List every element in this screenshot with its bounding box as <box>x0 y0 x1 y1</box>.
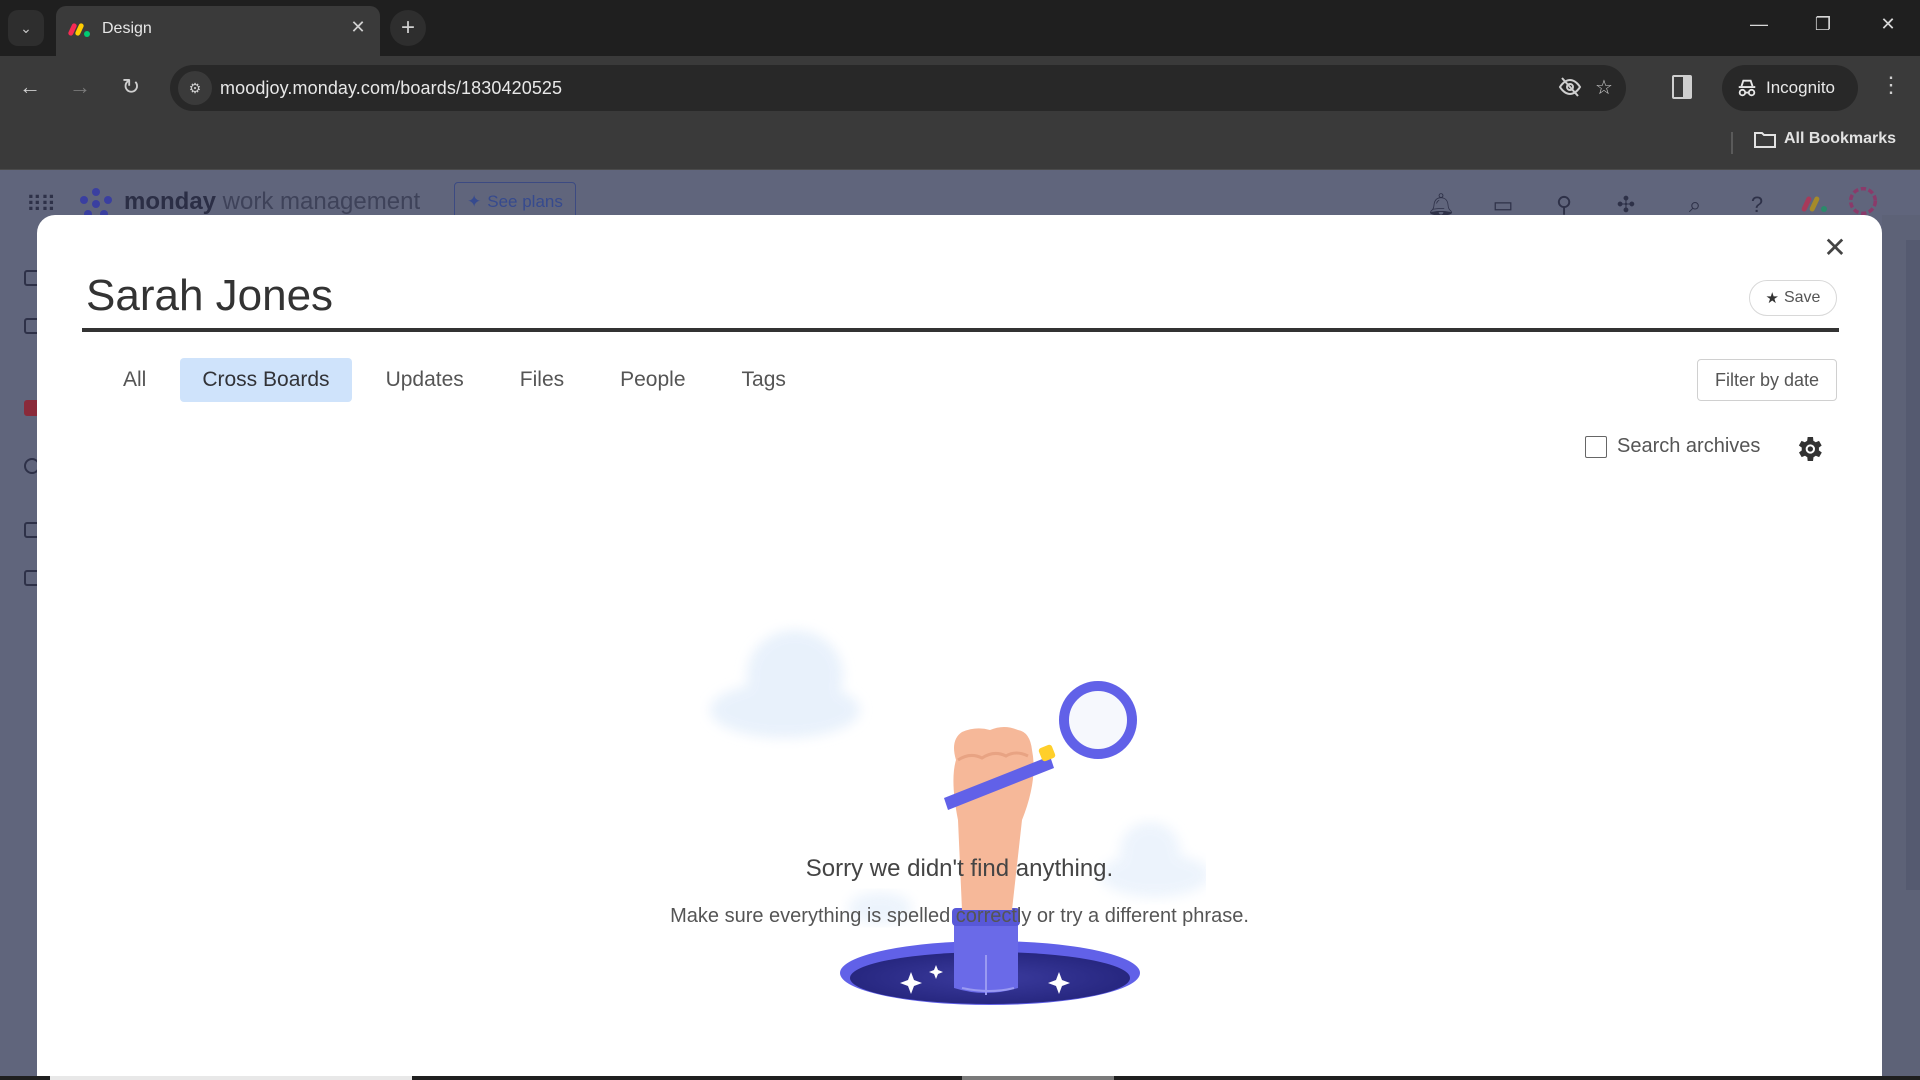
incognito-icon <box>1738 79 1756 97</box>
all-bookmarks-button[interactable]: All Bookmarks <box>1754 130 1896 148</box>
search-input[interactable]: Sarah Jones <box>86 271 333 321</box>
incognito-badge[interactable]: Incognito <box>1722 65 1858 111</box>
search-tabs: All Cross Boards Updates Files People Ta… <box>101 358 820 402</box>
bookmark-star-icon[interactable]: ☆ <box>1590 75 1618 100</box>
brand-name: monday work management <box>124 188 420 216</box>
browser-menu-button[interactable]: ⋮ <box>1880 72 1902 98</box>
browser-tab-design[interactable]: Design ✕ <box>56 6 380 56</box>
star-icon: ★ <box>1765 290 1779 307</box>
minimize-button[interactable]: — <box>1739 14 1779 35</box>
tab-close-button[interactable]: ✕ <box>346 17 370 38</box>
chevron-down-icon: ⌄ <box>20 19 32 36</box>
site-info-icon[interactable]: ⚙ <box>178 71 212 105</box>
search-input-underline <box>82 328 1839 332</box>
browser-tab-strip: ⌄ Design ✕ + — ❐ ✕ <box>0 0 1920 56</box>
tab-updates[interactable]: Updates <box>364 358 486 402</box>
cloud-left <box>710 630 860 738</box>
tab-title: Design <box>102 20 152 37</box>
save-search-button[interactable]: ★ Save <box>1749 280 1837 316</box>
restore-button[interactable]: ❐ <box>1803 14 1843 35</box>
tab-search-button[interactable]: ⌄ <box>8 10 44 46</box>
taskbar-segment <box>962 1076 1114 1080</box>
close-modal-button[interactable]: ✕ <box>1818 231 1852 265</box>
empty-state-illustration <box>710 630 1206 1005</box>
filter-by-date-button[interactable]: Filter by date <box>1697 359 1837 401</box>
url-text[interactable]: moodjoy.monday.com/boards/1830420525 <box>220 78 562 99</box>
tab-tags[interactable]: Tags <box>720 358 808 402</box>
search-modal: ✕ Sarah Jones ★ Save All Cross Boards Up… <box>37 215 1882 1080</box>
apps-grid-icon[interactable]: ⠿⠿ <box>26 192 56 218</box>
save-label: Save <box>1783 289 1821 306</box>
empty-state-subtitle: Make sure everything is spelled correctl… <box>670 905 1249 927</box>
see-plans-label: See plans <box>487 192 563 211</box>
sparkle-icon: ✦ <box>467 192 482 211</box>
bookmarks-bar: All Bookmarks <box>0 120 1920 170</box>
address-bar[interactable]: ⚙ moodjoy.monday.com/boards/1830420525 ☆ <box>170 65 1626 111</box>
back-button[interactable]: ← <box>14 74 46 100</box>
browser-toolbar: ← → ↻ ⚙ moodjoy.monday.com/boards/183042… <box>0 56 1920 120</box>
app-sidebar <box>0 240 40 1080</box>
reload-button[interactable]: ↻ <box>115 74 147 100</box>
brand-main: monday <box>124 188 217 215</box>
tab-people[interactable]: People <box>598 358 707 402</box>
taskbar-edge <box>0 1076 1920 1080</box>
new-tab-button[interactable]: + <box>390 10 426 46</box>
brand-sub: work management <box>216 188 421 215</box>
eye-off-icon[interactable] <box>1556 75 1584 105</box>
search-archives-toggle[interactable]: Search archives <box>1585 435 1760 458</box>
tab-all[interactable]: All <box>101 358 168 402</box>
account-avatar[interactable] <box>1848 184 1878 218</box>
magnifier-lens <box>1059 681 1137 759</box>
taskbar-segment <box>50 1076 412 1080</box>
monday-product-switcher-icon[interactable] <box>1800 190 1830 216</box>
search-archives-label: Search archives <box>1617 435 1761 457</box>
empty-state-title: Sorry we didn't find anything. <box>805 855 1114 882</box>
side-panel-button[interactable] <box>1672 75 1692 99</box>
incognito-label: Incognito <box>1766 78 1835 97</box>
background-scrollbar[interactable] <box>1906 240 1920 890</box>
search-archives-checkbox[interactable] <box>1585 435 1607 458</box>
window-close-button[interactable]: ✕ <box>1868 14 1908 35</box>
tab-cross-boards[interactable]: Cross Boards <box>180 358 352 402</box>
tab-files[interactable]: Files <box>498 358 586 402</box>
monday-favicon-icon <box>68 23 90 37</box>
folder-icon <box>1754 132 1776 148</box>
all-bookmarks-label: All Bookmarks <box>1784 130 1897 147</box>
bookmarks-divider <box>1731 132 1733 154</box>
gear-icon[interactable] <box>1793 433 1825 465</box>
forward-button[interactable]: → <box>64 74 96 100</box>
